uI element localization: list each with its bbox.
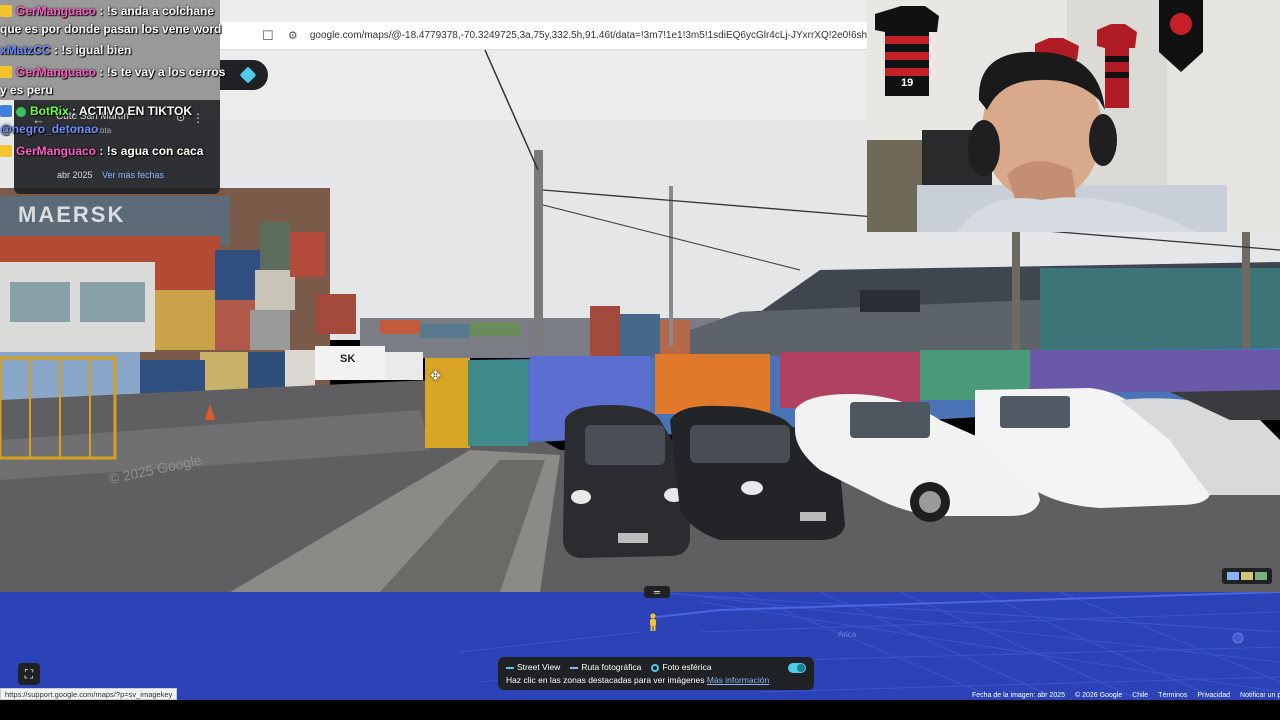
chat-message: GerManguaco : !s anda a colchane — [0, 4, 214, 18]
navigation-pill[interactable] — [220, 60, 268, 90]
crown-badge-icon — [0, 145, 12, 157]
chat-message: GerManguaco : !s te vay a los cerros — [0, 65, 225, 79]
pegman-icon[interactable] — [648, 613, 658, 631]
chat-text: !s agua con caca — [106, 144, 204, 158]
thumbnail-icon — [1255, 572, 1267, 580]
chat-message-continuation: y es peru — [0, 83, 53, 97]
chat-username: xMatzCC — [0, 43, 51, 57]
coverage-toggle[interactable] — [788, 663, 806, 673]
chat-text: ACTIVO EN TIKTOK — [78, 104, 193, 118]
street-view-line-icon — [506, 666, 514, 669]
more-options-icon[interactable]: ⋮ — [192, 111, 204, 125]
more-info-link[interactable]: Más información — [707, 675, 769, 685]
chat-message-continuation: @negro_detonao — [0, 122, 98, 136]
chat-text: y es peru — [0, 83, 53, 97]
move-cursor-icon: ✥ — [430, 368, 441, 383]
legend-hint-text: Haz clic en las zonas destacadas para ve… — [506, 675, 705, 685]
legend-photosphere: Foto esférica — [651, 662, 711, 672]
thumbnail-icon — [1227, 572, 1239, 580]
status-bar-url: https://support.google.com/maps/?p=sv_im… — [0, 688, 178, 700]
directions-icon[interactable] — [239, 66, 257, 84]
legend-photo-route: Ruta fotográfica — [570, 662, 641, 672]
crown-badge-icon — [0, 5, 12, 17]
expand-icon[interactable]: ⛶ — [18, 663, 40, 685]
chat-message-continuation: que es por donde pasan los vene word — [0, 22, 221, 36]
chat-username: GerManguaco — [16, 4, 97, 18]
webcam-image: 19 — [867, 0, 1280, 232]
photo-route-line-icon — [570, 666, 579, 669]
chat-username: BotRix — [30, 104, 69, 118]
legend-items: Street View Ruta fotográfica Foto esféri… — [506, 662, 711, 672]
legend-hint: Haz clic en las zonas destacadas para ve… — [506, 675, 769, 685]
browser-address-bar[interactable]: ☐ ⚙ google.com/maps/@-18.4779378,-70.324… — [220, 22, 867, 50]
coverage-legend: Street View Ruta fotográfica Foto esféri… — [498, 657, 814, 690]
chat-message: xMatzCC : !s igual bien — [0, 43, 132, 57]
verified-badge-icon — [16, 107, 26, 117]
chat-text: !s anda a colchane — [106, 4, 215, 18]
photosphere-dot-icon — [651, 663, 660, 672]
bookmark-icon[interactable]: ☐ — [262, 28, 276, 43]
site-settings-icon[interactable]: ⚙ — [288, 29, 302, 43]
chat-username: GerManguaco — [16, 144, 97, 158]
chat-mention: @negro_detonao — [0, 122, 99, 136]
crown-badge-icon — [0, 66, 12, 78]
chat-message: GerManguaco : !s agua con caca — [0, 144, 203, 158]
city-label: Arica — [838, 630, 857, 639]
chat-text: que es por donde pasan los vene word — [0, 22, 222, 36]
screen: © 2025 Google MAERSK SK ✥ ☐ ⚙ google.com… — [0, 0, 1280, 720]
legend-street-view: Street View — [506, 662, 560, 672]
chat-username: GerManguaco — [16, 65, 97, 79]
imagery-thumbnails[interactable] — [1222, 568, 1272, 584]
maersk-container-text: MAERSK — [18, 202, 125, 227]
chat-message: BotRix : ACTIVO EN TIKTOK — [0, 104, 192, 118]
chat-text: !s igual bien — [61, 43, 132, 57]
minimap-resize-handle[interactable]: ═ — [644, 586, 670, 598]
jersey-number: 19 — [901, 77, 913, 89]
more-dates-link[interactable]: Ver más fechas — [102, 170, 164, 180]
streamer-webcam: 19 — [867, 0, 1280, 232]
truck-text: SK — [340, 353, 355, 365]
capture-date: abr 2025 — [57, 170, 93, 180]
thumbnail-icon — [1241, 572, 1253, 580]
url-text[interactable]: google.com/maps/@-18.4779378,-70.3249725… — [310, 30, 867, 41]
bottom-letterbox — [0, 700, 1280, 720]
chat-text: !s te vay a los cerros — [106, 65, 226, 79]
bot-badge-icon — [0, 105, 12, 117]
